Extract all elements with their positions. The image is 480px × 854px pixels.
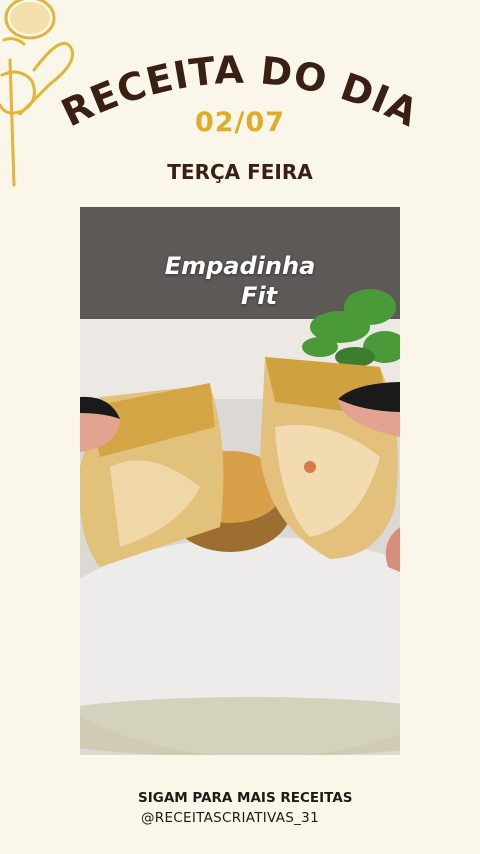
photo-caption: Empadinha Fit [80, 251, 400, 311]
follow-cta: SIGAM PARA MAIS RECEITAS [138, 790, 353, 806]
photo-caption-line2: Fit [240, 282, 278, 310]
photo-caption-line1: Empadinha [164, 252, 316, 280]
recipe-date: 02/07 [194, 107, 285, 138]
recipe-weekday: TERÇA FEIRA [167, 160, 313, 184]
social-handle[interactable]: @RECEITASCRIATIVAS_31 [141, 810, 319, 826]
recipe-photo: Empadinha Fit [80, 207, 400, 755]
